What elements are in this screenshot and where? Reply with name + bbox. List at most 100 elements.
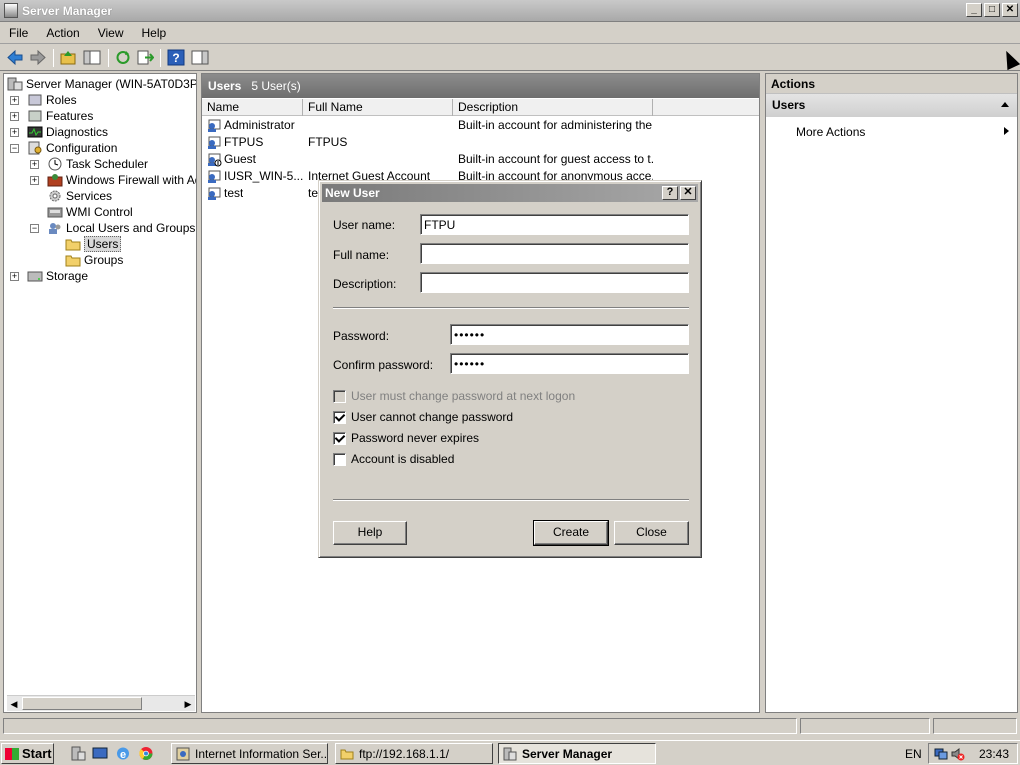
tree-horizontal-scrollbar[interactable]: ◀ ▶ [7, 695, 195, 711]
expand-icon[interactable]: + [10, 95, 19, 105]
network-icon[interactable] [934, 747, 948, 761]
tree-item-diagnostics[interactable]: + Diagnostics [10, 124, 108, 140]
password-label: Password: [333, 329, 390, 343]
username-field[interactable]: FTPU [420, 214, 689, 235]
checkbox[interactable] [333, 431, 346, 445]
up-folder-icon[interactable] [59, 49, 77, 66]
features-icon [28, 110, 42, 122]
tree-item-task-scheduler[interactable]: + Task Scheduler [30, 156, 148, 172]
checkbox[interactable] [333, 410, 346, 424]
tree-item-features[interactable]: + Features [10, 108, 93, 124]
taskbar-task-iis[interactable]: Internet Information Ser... [171, 743, 328, 764]
menu-view[interactable]: View [89, 26, 133, 40]
expand-icon[interactable]: + [10, 111, 19, 121]
tree-item-label: Roles [46, 93, 77, 107]
minimize-button[interactable]: _ [966, 3, 982, 17]
collapse-up-icon[interactable] [1001, 102, 1009, 107]
tree-item-storage[interactable]: + Storage [10, 268, 88, 284]
close-dialog-button[interactable]: Close [614, 521, 689, 545]
tree-item-wmi-control[interactable]: WMI Control [47, 204, 133, 220]
checkbox-label[interactable]: Password never expires [351, 431, 479, 445]
forward-arrow-icon[interactable] [29, 49, 47, 66]
column-header-description[interactable]: Description [453, 99, 653, 116]
expand-icon[interactable]: + [30, 159, 39, 169]
clock[interactable]: 23:43 [979, 747, 1009, 761]
export-list-icon[interactable] [136, 49, 154, 66]
close-button[interactable]: ✕ [1002, 3, 1018, 17]
submenu-arrow-icon[interactable] [1004, 127, 1009, 135]
menu-help[interactable]: Help [133, 26, 176, 40]
actions-section-users[interactable]: Users [766, 94, 1017, 117]
start-button[interactable]: Start [1, 743, 54, 764]
actions-header: Actions [766, 74, 1017, 94]
tree-root[interactable]: Server Manager (WIN-5AT0D3PN7H [7, 76, 196, 92]
maximize-button[interactable]: □ [984, 3, 1000, 17]
server-manager-icon [503, 747, 517, 760]
confirm-password-field[interactable]: •••••• [450, 353, 689, 374]
create-button[interactable]: Create [533, 520, 609, 546]
tree-item-label: Windows Firewall with Adva [66, 173, 196, 187]
tree-item-services[interactable]: Services [47, 188, 112, 204]
menu-action[interactable]: Action [37, 26, 88, 40]
help-icon[interactable]: ? [167, 49, 185, 66]
expand-icon[interactable]: + [10, 127, 19, 137]
table-row[interactable]: Guest Built-in account for guest access … [202, 151, 759, 168]
must-change-password-checkbox: User must change password at next logon [333, 389, 575, 403]
expand-icon[interactable]: + [10, 271, 19, 281]
cannot-change-password-checkbox[interactable]: User cannot change password [333, 410, 513, 424]
window-titlebar[interactable]: Server Manager _ □ ✕ [0, 0, 1020, 22]
tree-item-local-users-groups[interactable]: − Local Users and Groups [30, 220, 195, 236]
tree-item-roles[interactable]: + Roles [10, 92, 77, 108]
volume-muted-icon[interactable] [951, 747, 965, 761]
tree-item-configuration[interactable]: − Configuration [10, 140, 117, 156]
fullname-field[interactable] [420, 243, 689, 264]
user-icon [208, 136, 221, 149]
taskbar-task-ftp[interactable]: ftp://192.168.1.1/ [335, 743, 493, 764]
more-actions-link[interactable]: More Actions [796, 125, 865, 139]
expand-icon[interactable]: + [30, 175, 39, 185]
scroll-left-icon[interactable]: ◀ [7, 698, 21, 710]
window-title: Server Manager [22, 4, 113, 18]
chrome-icon[interactable] [138, 746, 154, 761]
internet-explorer-icon[interactable]: e [115, 746, 131, 761]
user-name: Administrator [224, 118, 295, 132]
dialog-help-button[interactable]: ? [662, 186, 678, 200]
tree-item-groups[interactable]: Groups [65, 252, 123, 268]
help-button[interactable]: Help [333, 521, 407, 545]
checkbox [333, 389, 346, 403]
collapse-icon[interactable]: − [30, 223, 39, 233]
dialog-titlebar[interactable]: New User ? ✕ [322, 184, 698, 202]
description-field[interactable] [420, 272, 689, 293]
status-cell [800, 718, 930, 734]
tree-item-windows-firewall[interactable]: + Windows Firewall with Adva [30, 172, 196, 188]
taskbar-task-server-manager[interactable]: Server Manager [498, 743, 656, 764]
menu-file[interactable]: File [0, 26, 37, 40]
back-arrow-icon[interactable] [6, 49, 24, 66]
password-field[interactable]: •••••• [450, 324, 689, 345]
tree-item-users[interactable]: Users [65, 236, 122, 252]
dialog-close-icon[interactable]: ✕ [680, 186, 696, 200]
table-row[interactable]: FTPUS FTPUS [202, 134, 759, 151]
windows-logo-icon [5, 747, 19, 760]
checkbox[interactable] [333, 452, 346, 466]
column-header-full-name[interactable]: Full Name [303, 99, 453, 116]
column-header-name[interactable]: Name [202, 99, 303, 116]
console-tree-icon[interactable] [191, 49, 209, 66]
task-label: Internet Information Ser... [195, 746, 328, 761]
checkbox-label[interactable]: Account is disabled [351, 452, 454, 466]
password-never-expires-checkbox[interactable]: Password never expires [333, 431, 479, 445]
refresh-icon[interactable] [114, 49, 132, 66]
server-manager-quicklaunch-icon[interactable] [70, 746, 86, 761]
language-indicator[interactable]: EN [905, 747, 922, 761]
show-hide-tree-icon[interactable] [83, 49, 101, 66]
scroll-right-icon[interactable]: ▶ [181, 698, 195, 710]
roles-icon [28, 94, 42, 106]
table-row[interactable]: Administrator Built-in account for admin… [202, 117, 759, 134]
scrollbar-thumb[interactable] [22, 697, 142, 710]
checkbox-label[interactable]: User cannot change password [351, 410, 513, 424]
account-disabled-checkbox[interactable]: Account is disabled [333, 452, 454, 466]
collapse-icon[interactable]: − [10, 143, 19, 153]
show-desktop-icon[interactable] [92, 746, 108, 761]
tree-item-label: Local Users and Groups [66, 221, 196, 235]
system-tray: 23:43 [928, 743, 1018, 764]
